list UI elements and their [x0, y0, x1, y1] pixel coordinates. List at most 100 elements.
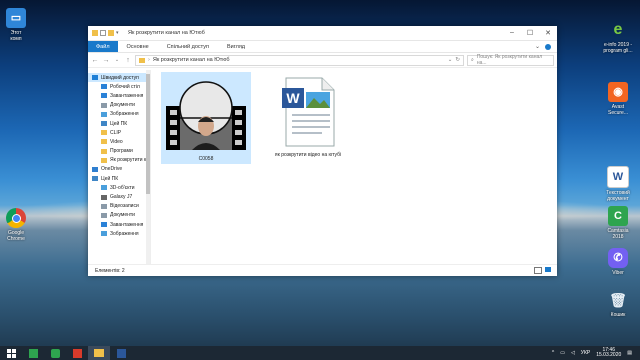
address-bar[interactable]: › Як розкрутити канал на Ютюб ⌄ ↻ — [135, 54, 464, 66]
window-body: Швидкий доступ Робочий стіл Завантаження До… — [88, 70, 557, 265]
nav-item[interactable]: 3D-об'єкти — [88, 183, 150, 192]
tab-view[interactable]: Вигляд — [218, 44, 254, 50]
title-bar: ▾ Як розкрутити канал на Ютюб – ☐ ✕ — [88, 26, 557, 41]
desktop-icon-avast[interactable]: ◉ Avast Secure... — [596, 82, 640, 116]
nav-item-label: OneDrive — [101, 166, 123, 173]
tab-file[interactable]: Файл — [88, 41, 118, 52]
network-icon[interactable]: ▭ — [560, 350, 565, 356]
file-item-document[interactable]: W як розкрутити відео на ютубі — [263, 72, 353, 168]
details-view-icon[interactable] — [534, 267, 542, 274]
file-item-video[interactable]: C0058 — [161, 72, 251, 164]
nav-item[interactable]: Video — [88, 137, 150, 146]
recent-locations-icon[interactable]: ⌄ — [113, 57, 121, 63]
nav-item-label: Цей ПК — [101, 175, 119, 182]
up-arrow-icon[interactable]: ↑ — [124, 57, 132, 64]
language-indicator[interactable]: УКР — [581, 350, 590, 356]
nav-scrollbar-thumb[interactable] — [146, 74, 150, 194]
nav-item-icon — [101, 130, 107, 136]
nav-item-label: Відеозаписи — [110, 203, 139, 210]
maximize-button[interactable]: ☐ — [521, 29, 539, 37]
nav-item[interactable]: Зображення — [88, 229, 150, 238]
status-bar: Елементів: 2 — [88, 264, 557, 276]
nav-item-icon — [101, 111, 107, 117]
large-icons-view-icon[interactable] — [545, 267, 551, 272]
video-thumbnail-icon — [166, 81, 246, 150]
properties-icon[interactable] — [100, 30, 106, 36]
recorder-icon — [50, 348, 60, 358]
nav-item[interactable]: Програми — [88, 147, 150, 156]
nav-item-label: 3D-об'єкти — [110, 184, 135, 191]
nav-item[interactable]: Відеозаписи — [88, 202, 150, 211]
nav-item-icon — [101, 93, 107, 99]
desktop-icon-label: Текстовий документ — [606, 190, 630, 202]
clock[interactable]: 17:46 15.03.2020 — [596, 347, 621, 359]
forward-arrow-icon[interactable]: → — [102, 57, 110, 64]
nav-item-icon — [101, 185, 107, 191]
nav-item[interactable]: Документи — [88, 211, 150, 220]
new-folder-icon[interactable] — [108, 30, 114, 36]
nav-item[interactable]: OneDrive — [88, 165, 150, 174]
refresh-icon[interactable]: ↻ — [455, 57, 460, 63]
word-icon — [116, 348, 126, 358]
document-icon: W — [607, 166, 629, 188]
nav-item-label: Завантаження — [110, 221, 144, 228]
chevron-down-icon[interactable]: ▾ — [116, 30, 122, 36]
notifications-icon[interactable]: ▤ — [627, 350, 632, 356]
desktop-icon-text-doc[interactable]: W Текстовий документ — [596, 166, 640, 202]
address-row: ← → ⌄ ↑ › Як розкрутити канал на Ютюб ⌄ … — [88, 53, 557, 68]
taskbar-camtasia[interactable] — [22, 346, 44, 360]
desktop-icon-recycle-bin[interactable]: 🗑 Кошик — [596, 290, 640, 318]
avast-icon: ◉ — [608, 82, 628, 102]
taskbar-app-red[interactable] — [66, 346, 88, 360]
nav-item[interactable]: Завантаження — [88, 91, 150, 100]
quick-access-toolbar: ▾ — [92, 30, 122, 36]
volume-icon[interactable]: ◁ — [571, 350, 575, 356]
taskbar-word[interactable] — [110, 346, 132, 360]
nav-item[interactable]: Galaxy J7 — [88, 192, 150, 201]
breadcrumb-chevron-icon[interactable]: › — [148, 57, 150, 63]
expand-ribbon-icon[interactable]: ⌄ — [535, 43, 540, 50]
desktop-icon-einfo[interactable]: e e-info 2019 - program gli... — [596, 20, 640, 55]
search-input[interactable]: ⌕ Пошук: Як розкрутити канал на... — [467, 54, 554, 66]
desktop-icon-label: Этот комп — [10, 30, 22, 42]
taskbar-recorder[interactable] — [44, 346, 66, 360]
close-button[interactable]: ✕ — [539, 29, 557, 37]
nav-item-label: Зображення — [110, 230, 139, 237]
help-icon[interactable] — [545, 43, 551, 50]
nav-item[interactable]: Швидкий доступ — [88, 73, 150, 83]
nav-item[interactable]: Завантаження — [88, 220, 150, 229]
start-button[interactable] — [0, 346, 22, 360]
nav-item[interactable]: Робочий стіл — [88, 82, 150, 91]
nav-item-label: CLIP — [110, 129, 122, 136]
e-info-icon: e — [613, 21, 623, 38]
nav-item[interactable]: Цей ПК — [88, 119, 150, 128]
address-dropdown-icon[interactable]: ⌄ — [448, 57, 453, 63]
nav-item[interactable]: Зображення — [88, 110, 150, 119]
minimize-button[interactable]: – — [503, 29, 521, 37]
desktop-icon-camtasia[interactable]: C Camtasia 2018 — [596, 206, 640, 240]
desktop-icon-label: e-info 2019 - program gli... — [603, 42, 633, 54]
desktop-icon-label: Google Chrome — [7, 230, 25, 242]
desktop-icon-this-pc[interactable]: ▭ Этот комп — [0, 8, 38, 42]
tab-share[interactable]: Спільний доступ — [158, 44, 218, 50]
nav-item[interactable]: CLIP — [88, 128, 150, 137]
back-arrow-icon[interactable]: ← — [91, 57, 99, 64]
breadcrumb[interactable]: Як розкрутити канал на Ютюб — [153, 57, 230, 63]
nav-item[interactable]: Як розкрутити к — [88, 156, 150, 165]
desktop-icon-chrome[interactable]: Google Chrome — [0, 208, 38, 242]
nav-item[interactable]: Цей ПК — [88, 174, 150, 183]
nav-item-label: Документи — [110, 102, 135, 109]
folder-icon — [139, 57, 145, 63]
nav-item-icon — [101, 212, 107, 218]
nav-scrollbar[interactable] — [146, 70, 150, 265]
nav-item-label: Документи — [110, 212, 135, 219]
desktop-icon-label: Viber — [612, 270, 624, 276]
desktop-icon-viber[interactable]: ✆ Viber — [596, 248, 640, 276]
explorer-window: ▾ Як розкрутити канал на Ютюб – ☐ ✕ Файл… — [88, 26, 557, 276]
taskbar-file-explorer[interactable] — [88, 346, 110, 360]
nav-item-icon — [101, 194, 107, 200]
tab-home[interactable]: Основне — [118, 44, 158, 50]
file-name: C0058 — [198, 156, 214, 162]
tray-chevron-icon[interactable]: ^ — [552, 350, 554, 356]
nav-item[interactable]: Документи — [88, 101, 150, 110]
